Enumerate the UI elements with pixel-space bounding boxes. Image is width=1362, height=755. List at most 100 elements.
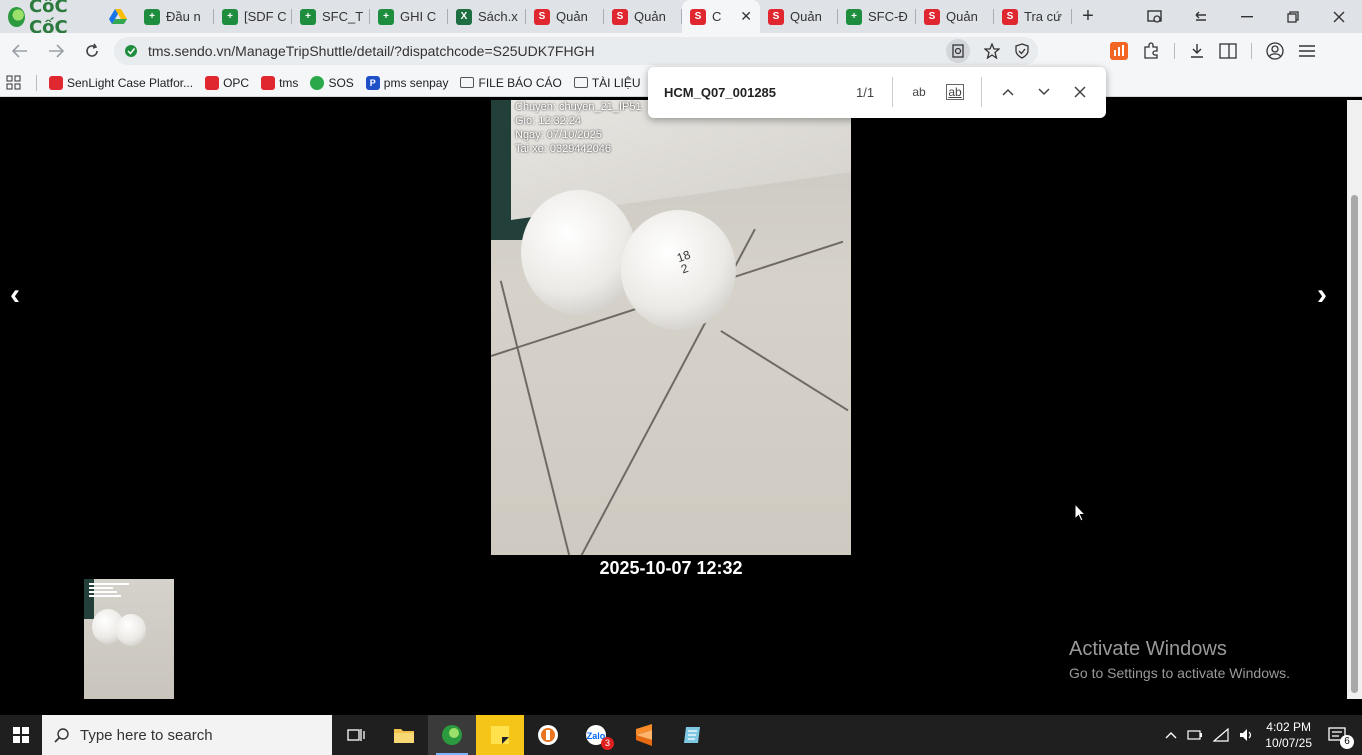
close-window-button[interactable]	[1316, 0, 1362, 33]
pms-icon: P	[365, 75, 380, 90]
find-divider	[892, 77, 893, 107]
bookmark-item[interactable]: FILE BÁO CÁO	[460, 76, 562, 90]
browser-tab[interactable]: X Sách.x	[448, 0, 526, 33]
site-info-icon[interactable]	[124, 44, 138, 58]
bookmark-item[interactable]: OPC	[205, 75, 249, 90]
sendo-icon	[49, 75, 63, 90]
wifi-icon[interactable]	[1213, 728, 1229, 742]
browser-tab[interactable]: S Quản	[604, 0, 682, 33]
browser-brand[interactable]: CốC CốC	[0, 0, 100, 38]
browser-tab[interactable]: S Quản	[760, 0, 838, 33]
ultraviewer-app[interactable]	[524, 715, 572, 755]
browser-tab[interactable]: + SFC_T	[292, 0, 370, 33]
browser-tab[interactable]: + GHI C	[370, 0, 448, 33]
find-divider	[981, 77, 982, 107]
coccoc-browser-app[interactable]	[428, 715, 476, 755]
restore-button[interactable]	[1270, 0, 1316, 33]
coccoc-icon	[442, 725, 462, 745]
sidebar-icon[interactable]	[1219, 43, 1237, 59]
next-image-button[interactable]: ›	[1317, 278, 1327, 312]
bookmark-item[interactable]: Ppms senpay	[365, 75, 448, 90]
image-viewer: ‹ › 18 2 Chuyen: chuyen_21_IP51 Gio: 12:…	[0, 100, 1347, 699]
sticky-notes-app[interactable]	[476, 715, 524, 755]
tab-google-drive[interactable]	[100, 0, 136, 33]
sendo-icon	[261, 75, 276, 90]
profile-icon[interactable]	[1266, 42, 1284, 60]
sendo-icon: S	[534, 8, 550, 25]
extensions-puzzle-icon[interactable]	[1142, 42, 1160, 60]
browser-tab[interactable]: + [SDF C	[214, 0, 292, 33]
shield-icon[interactable]	[1014, 43, 1030, 59]
browser-tab[interactable]: + Đầu n	[136, 0, 214, 33]
browser-tab[interactable]: + SFC-Đ	[838, 0, 916, 33]
reload-button[interactable]	[74, 33, 110, 69]
sublime-app[interactable]	[620, 715, 668, 755]
find-in-page-button[interactable]	[946, 39, 970, 63]
brand-name: CốC CốC	[28, 0, 68, 38]
back-arrow-icon	[12, 44, 27, 58]
find-next-button[interactable]	[1031, 79, 1057, 105]
folder-icon	[394, 729, 414, 743]
find-previous-button[interactable]	[995, 79, 1021, 105]
tab-close-icon[interactable]: ✕	[740, 8, 752, 25]
previous-image-button[interactable]: ‹	[10, 278, 20, 312]
notepad-app[interactable]	[668, 715, 716, 755]
bookmark-item[interactable]: tms	[261, 75, 298, 90]
chevron-down-icon	[1038, 88, 1050, 96]
start-button[interactable]	[0, 715, 42, 755]
sendo-icon: S	[924, 8, 940, 25]
sheets-icon: +	[144, 8, 160, 25]
photo-thumbnail[interactable]	[84, 579, 174, 699]
back-button[interactable]	[2, 33, 38, 69]
tab-label: Sách.x	[478, 9, 518, 24]
browser-tab[interactable]: S C ✕	[682, 0, 760, 33]
extension-chart-icon[interactable]	[1110, 42, 1128, 60]
apps-grid-icon[interactable]	[6, 75, 22, 91]
system-tray: 4:02 PM 10/07/25 6	[1165, 715, 1362, 755]
find-close-button[interactable]	[1067, 79, 1093, 105]
volume-icon[interactable]	[1239, 728, 1255, 742]
file-explorer-app[interactable]	[380, 715, 428, 755]
windows-logo-icon	[13, 727, 29, 743]
new-tab-button[interactable]: +	[1072, 0, 1104, 33]
scrollbar-thumb[interactable]	[1351, 195, 1358, 693]
browser-tab[interactable]: S Quản	[916, 0, 994, 33]
bookmark-item[interactable]: SenLight Case Platfor...	[49, 75, 193, 90]
browser-tab[interactable]: S Tra cứ	[994, 0, 1072, 33]
match-case-button[interactable]: ab	[906, 79, 932, 105]
browser-tab[interactable]: S Quản	[526, 0, 604, 33]
windows-taskbar: Type here to search Zalo 3 4:02 PM 10/07…	[0, 715, 1362, 755]
minimize-button[interactable]	[1224, 0, 1270, 33]
battery-icon[interactable]	[1187, 728, 1203, 742]
bookmark-item[interactable]: SOS	[310, 75, 354, 90]
find-input[interactable]: HCM_Q07_001285	[664, 85, 776, 100]
zalo-unread-badge: 3	[601, 737, 614, 750]
overlay-date: Ngay: 07/10/2025	[515, 129, 602, 141]
activate-windows-watermark: Activate Windows Go to Settings to activ…	[1069, 638, 1290, 681]
search-icon	[54, 728, 69, 743]
bookmark-item[interactable]: TÀI LIỆU	[573, 76, 641, 90]
menu-icon[interactable]	[1298, 44, 1316, 58]
forward-button[interactable]	[38, 33, 74, 69]
download-icon[interactable]	[1189, 43, 1205, 59]
chevron-up-icon[interactable]	[1165, 731, 1177, 739]
overlay-time: Gio: 12:32:24	[515, 115, 582, 127]
task-view-button[interactable]	[332, 715, 380, 755]
tab-search-button[interactable]	[1132, 0, 1178, 33]
taskbar-search[interactable]: Type here to search	[42, 715, 332, 755]
zalo-app[interactable]: Zalo 3	[572, 715, 620, 755]
find-bar: HCM_Q07_001285 1/1 ab ab	[648, 67, 1106, 118]
address-bar[interactable]: tms.sendo.vn/ManageTripShuttle/detail/?d…	[114, 37, 1038, 65]
url-text[interactable]: tms.sendo.vn/ManageTripShuttle/detail/?d…	[148, 43, 595, 59]
taskbar-clock[interactable]: 4:02 PM 10/07/25	[1265, 719, 1312, 751]
bookmark-star-icon[interactable]	[984, 43, 1000, 59]
whole-word-button[interactable]: ab	[942, 79, 968, 105]
back-history-button[interactable]	[1178, 0, 1224, 33]
sublime-text-icon	[636, 724, 652, 746]
restore-icon	[1287, 10, 1299, 23]
tab-label: Quản	[556, 9, 588, 24]
tab-label: Tra cứ	[1024, 9, 1062, 24]
page-scrollbar[interactable]	[1347, 100, 1362, 699]
notification-center-button[interactable]: 6	[1322, 727, 1354, 749]
notification-count-badge: 6	[1340, 735, 1354, 749]
